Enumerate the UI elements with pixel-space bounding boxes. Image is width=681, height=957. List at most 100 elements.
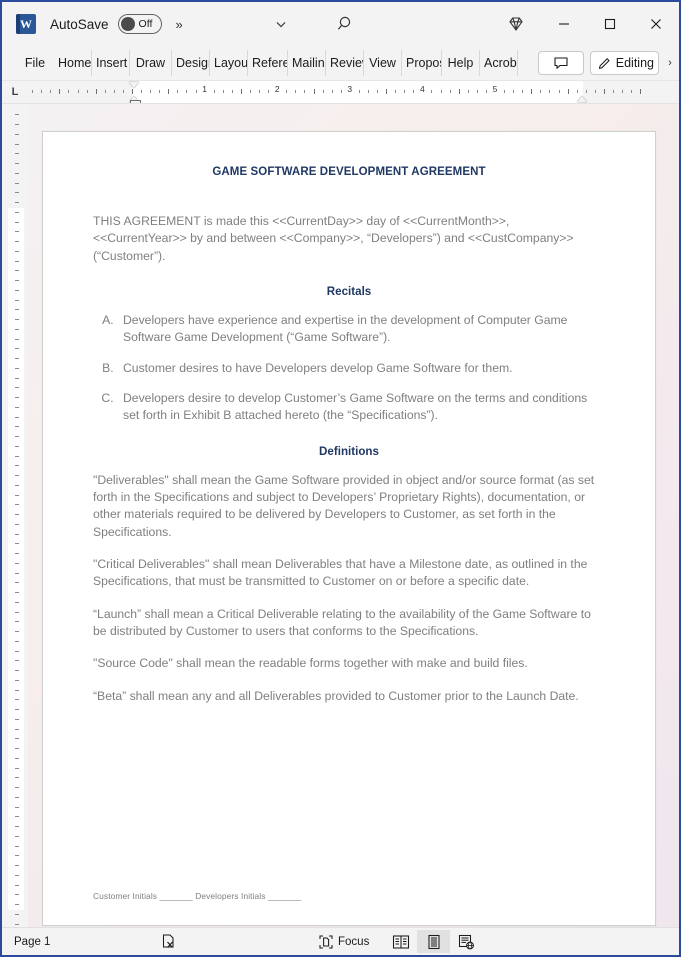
ruler-number: 5: [492, 84, 498, 94]
proofing-errors-button[interactable]: [160, 933, 177, 950]
vertical-ruler-tick: [15, 709, 19, 711]
vertical-ruler-tick: [15, 309, 19, 311]
focus-mode-button[interactable]: Focus: [318, 934, 369, 950]
comments-button[interactable]: [537, 51, 584, 75]
autosave-toggle[interactable]: Off: [117, 14, 162, 34]
horizontal-ruler[interactable]: L 1 2 3 4 5: [2, 81, 679, 104]
ruler-tick: [222, 90, 224, 93]
read-mode-button[interactable]: [384, 930, 417, 953]
list-item: Customer desires to have Developers deve…: [117, 360, 605, 377]
vertical-ruler-tick: [15, 650, 19, 652]
ruler-tick: [150, 90, 152, 93]
ruler-tick: [612, 90, 614, 93]
ruler-tick: [213, 90, 215, 93]
vertical-ruler-tick: [15, 913, 19, 915]
tab-proposal[interactable]: Proposal: [402, 50, 442, 76]
vertical-ruler-tick: [15, 767, 19, 769]
vertical-ruler-tick: [15, 523, 19, 525]
tab-references[interactable]: References: [248, 50, 288, 76]
ruler-tick: [322, 90, 324, 93]
ruler-tick: [59, 89, 61, 94]
vertical-ruler-tick: [15, 289, 19, 291]
vertical-ruler[interactable]: [2, 104, 28, 927]
editing-mode-button[interactable]: Editing: [589, 51, 659, 75]
vertical-ruler-tick: [15, 397, 19, 399]
tab-help[interactable]: Help: [442, 50, 480, 76]
vertical-ruler-tick: [15, 124, 19, 126]
definition-beta: “Beta” shall mean any and all Deliverabl…: [93, 688, 579, 703]
ruler-tick: [476, 90, 478, 93]
ruler-tick: [50, 90, 52, 93]
recitals-list: Developers have experience and expertise…: [93, 312, 605, 425]
close-button[interactable]: [633, 2, 679, 46]
vertical-ruler-tick: [15, 211, 19, 213]
ruler-tick: [177, 90, 179, 93]
tab-view[interactable]: View: [364, 50, 402, 76]
right-indent-marker[interactable]: [577, 96, 587, 102]
autosave-label: AutoSave: [50, 16, 109, 32]
ruler-tick: [504, 90, 506, 93]
vertical-ruler-tick: [15, 202, 19, 204]
ruler-tick: [286, 90, 288, 93]
ruler-tick: [640, 89, 642, 94]
vertical-ruler-tick: [15, 494, 19, 496]
vertical-ruler-tick: [15, 679, 19, 681]
tab-acrobat[interactable]: Acrobat: [480, 50, 518, 76]
tab-review[interactable]: Review: [326, 50, 364, 76]
ruler-tick: [295, 90, 297, 93]
vertical-ruler-tick: [15, 260, 19, 262]
tab-stop-selector[interactable]: L: [2, 81, 28, 103]
document-canvas[interactable]: GAME SOFTWARE DEVELOPMENT AGREEMENT THIS…: [28, 104, 679, 927]
vertical-ruler-tick: [15, 455, 19, 457]
tab-layout[interactable]: Layout: [210, 50, 248, 76]
diamond-icon[interactable]: [491, 2, 541, 46]
vertical-ruler-tick: [15, 884, 19, 886]
ribbon-overflow-chevron-icon[interactable]: ›: [665, 57, 675, 69]
tab-file[interactable]: File: [16, 50, 54, 76]
vertical-ruler-tick: [15, 153, 19, 155]
ruler-tick: [431, 90, 433, 93]
horizontal-ruler-track[interactable]: 1 2 3 4 5: [28, 81, 679, 103]
page-number-status[interactable]: Page 1: [14, 936, 50, 948]
vertical-ruler-page-extent: [8, 208, 24, 910]
vertical-ruler-tick: [15, 163, 19, 165]
definitions-heading: Definitions: [319, 444, 379, 458]
ruler-tick: [77, 90, 79, 93]
minimize-button[interactable]: [541, 2, 587, 46]
document-body[interactable]: GAME SOFTWARE DEVELOPMENT AGREEMENT THIS…: [43, 132, 655, 925]
tab-design[interactable]: Design: [172, 50, 210, 76]
left-indent-marker[interactable]: [130, 100, 141, 103]
first-line-indent-marker[interactable]: [129, 82, 139, 88]
search-icon[interactable]: [335, 13, 357, 35]
vertical-ruler-tick: [15, 601, 19, 603]
tab-home[interactable]: Home: [54, 50, 92, 76]
vertical-ruler-tick: [15, 796, 19, 798]
ribbon-display-chevron-down-icon[interactable]: [274, 17, 288, 31]
tab-mailings[interactable]: Mailings: [288, 50, 326, 76]
ruler-number: 4: [420, 84, 425, 94]
ruler-tick: [585, 90, 587, 93]
editor-area: GAME SOFTWARE DEVELOPMENT AGREEMENT THIS…: [2, 104, 679, 927]
vertical-ruler-tick: [15, 728, 19, 730]
tab-insert[interactable]: Insert: [92, 50, 130, 76]
quick-access-overflow-icon[interactable]: »: [176, 17, 183, 32]
comment-icon: [553, 56, 569, 70]
vertical-ruler-tick: [15, 855, 19, 857]
ruler-tick: [576, 90, 578, 93]
ruler-tick: [168, 89, 170, 94]
web-layout-button[interactable]: [450, 930, 483, 953]
tab-draw[interactable]: Draw: [130, 50, 172, 76]
vertical-ruler-tick: [15, 280, 19, 282]
ruler-tick: [631, 90, 633, 93]
ruler-tick: [522, 90, 524, 93]
print-layout-button[interactable]: [417, 930, 450, 953]
ruler-tick: [240, 89, 242, 94]
vertical-ruler-tick: [15, 874, 19, 876]
vertical-ruler-tick: [15, 562, 19, 564]
vertical-ruler-tick: [15, 718, 19, 720]
maximize-button[interactable]: [587, 2, 633, 46]
vertical-ruler-tick: [15, 143, 19, 145]
view-mode-buttons: [384, 930, 483, 953]
recitals-heading: Recitals: [326, 284, 372, 298]
document-page[interactable]: GAME SOFTWARE DEVELOPMENT AGREEMENT THIS…: [42, 131, 656, 926]
